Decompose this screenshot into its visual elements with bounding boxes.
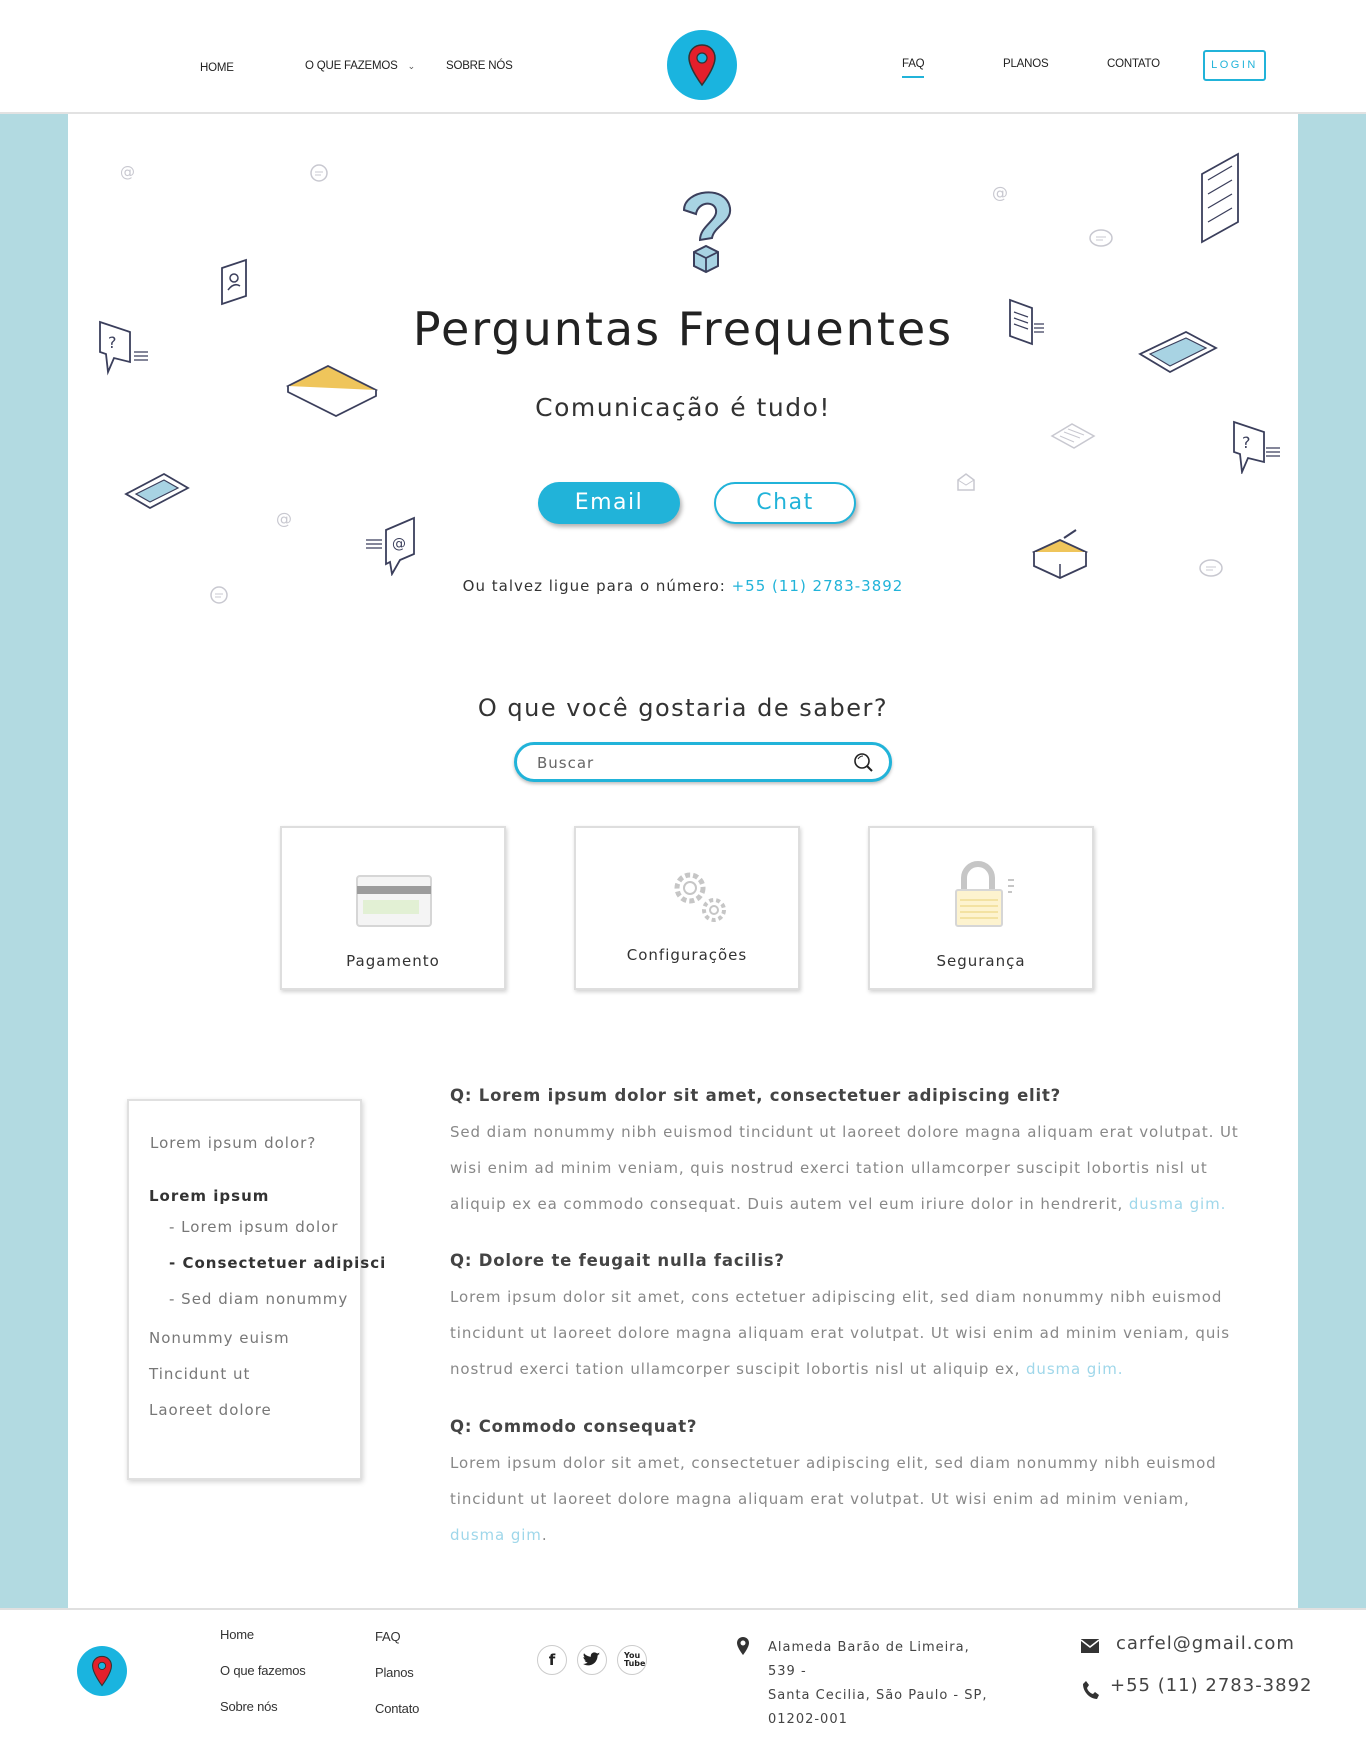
login-button[interactable]: LOGIN [1203, 50, 1266, 81]
phone-handset-icon [1083, 1681, 1099, 1699]
phone-number-link[interactable]: +55 (11) 2783-3892 [732, 577, 904, 595]
chat-button[interactable]: Chat [714, 482, 856, 524]
search-input[interactable] [537, 752, 837, 774]
faq-answer: Sed diam nonummy nibh euismod tincidunt … [450, 1114, 1240, 1222]
footer-link-home[interactable]: Home [220, 1627, 254, 1642]
search-icon[interactable] [851, 751, 875, 775]
address-line: Santa Cecilia, São Paulo - SP, [768, 1688, 988, 1703]
twitter-bird-glyph [583, 1652, 601, 1666]
category-label: Segurança [936, 952, 1026, 970]
at-sign-icon: @ [992, 183, 1008, 202]
nav-o-que-fazemos-label: O QUE FAZEMOS [305, 60, 398, 72]
menu-item[interactable]: Tincidunt ut [149, 1365, 250, 1383]
faq-question[interactable]: Q: Dolore te feugait nulla facilis? [450, 1251, 785, 1270]
svg-text:@: @ [992, 183, 1008, 202]
faq-answer-end: . [541, 1526, 548, 1544]
svg-text:@: @ [392, 536, 406, 552]
email-button[interactable]: Email [538, 482, 680, 524]
site-header: HOME O QUE FAZEMOS ⌄ SOBRE NÓS FAQ PLANOS… [0, 0, 1366, 114]
footer-email[interactable]: carfel@gmail.com [1116, 1633, 1295, 1654]
address-line: 01202-001 [768, 1712, 848, 1727]
faq-question[interactable]: Q: Commodo consequat? [450, 1417, 697, 1436]
nav-faq[interactable]: FAQ [902, 58, 925, 78]
page-subtitle: Comunicação é tudo! [535, 393, 831, 422]
youtube-glyph: You Tube [624, 1651, 646, 1668]
search-title: O que você gostaria de saber? [477, 694, 889, 722]
category-card-configuracoes[interactable]: Configurações [574, 826, 800, 990]
nav-o-que-fazemos[interactable]: O QUE FAZEMOS ⌄ [305, 60, 415, 72]
menu-item[interactable]: Lorem ipsum dolor? [150, 1134, 316, 1152]
chat-bubble-icon [1089, 229, 1113, 247]
footer-link-sobre-nos[interactable]: Sobre nós [220, 1699, 278, 1714]
keyboard-icon [1050, 423, 1096, 449]
menu-item[interactable]: Laoreet dolore [149, 1401, 272, 1419]
twitter-icon[interactable] [577, 1645, 607, 1675]
chat-bubble-icon [310, 164, 328, 182]
facebook-icon[interactable]: f [537, 1645, 567, 1675]
address-line: Alameda Barão de Limeira, 539 - [768, 1640, 970, 1679]
question-mark-icon [682, 191, 732, 274]
footer-phone[interactable]: +55 (11) 2783-3892 [1110, 1675, 1313, 1696]
map-pin-icon [91, 1655, 113, 1687]
nav-contato[interactable]: CONTATO [1107, 58, 1160, 70]
svg-text:?: ? [1242, 433, 1251, 452]
tablet-screen-icon [1201, 152, 1239, 244]
gears-icon [674, 872, 726, 922]
footer-logo[interactable] [77, 1646, 127, 1696]
footer-address: Alameda Barão de Limeira, 539 - Santa Ce… [768, 1636, 998, 1732]
svg-text:@: @ [120, 163, 135, 181]
faq-answer-link[interactable]: dusma gim. [1129, 1195, 1226, 1213]
logo[interactable] [667, 30, 737, 100]
nav-home[interactable]: HOME [200, 62, 234, 74]
category-label: Configurações [626, 946, 748, 964]
phone-prefix: Ou talvez ligue para o número: [462, 577, 732, 595]
menu-item[interactable]: Lorem ipsum [149, 1187, 269, 1205]
faq-answer-link[interactable]: dusma gim. [1026, 1360, 1123, 1378]
svg-text:@: @ [276, 509, 292, 528]
menu-item[interactable]: Nonummy euism [149, 1329, 290, 1347]
nav-planos[interactable]: PLANOS [1003, 58, 1049, 70]
search-box [514, 742, 892, 782]
footer-link-o-que-fazemos[interactable]: O que fazemos [220, 1663, 306, 1678]
phone-line: Ou talvez ligue para o número: +55 (11) … [0, 577, 1366, 595]
envelope-icon [1080, 1639, 1100, 1653]
nav-sobre-nos[interactable]: SOBRE NÓS [446, 60, 513, 72]
category-card-pagamento[interactable]: Pagamento [280, 826, 506, 990]
at-bubble-icon: @ [366, 516, 415, 576]
menu-subitem[interactable]: - Consectetuer adipisci [169, 1254, 386, 1272]
padlock-icon [955, 861, 1014, 927]
faq-answer: Lorem ipsum dolor sit amet, consectetuer… [450, 1445, 1240, 1553]
mail-icon [957, 473, 975, 491]
faq-answer-link[interactable]: dusma gim [450, 1526, 542, 1544]
footer-link-faq[interactable]: FAQ [375, 1629, 401, 1644]
faq-answer-text: Lorem ipsum dolor sit amet, consectetuer… [450, 1454, 1217, 1508]
map-pin-icon [688, 44, 716, 87]
facebook-glyph: f [548, 1651, 556, 1669]
credit-card-icon [356, 875, 432, 927]
page-title: Perguntas Frequentes [412, 302, 954, 356]
faq-answer: Lorem ipsum dolor sit amet, cons ectetue… [450, 1279, 1240, 1387]
footer-link-contato[interactable]: Contato [375, 1701, 419, 1716]
menu-subitem[interactable]: - Lorem ipsum dolor [169, 1218, 339, 1236]
faq-answer-text: Sed diam nonummy nibh euismod tincidunt … [450, 1123, 1239, 1213]
at-sign-icon: @ [276, 509, 292, 528]
menu-subitem[interactable]: - Sed diam nonummy [169, 1290, 348, 1308]
youtube-icon[interactable]: You Tube [617, 1645, 647, 1675]
category-card-seguranca[interactable]: Segurança [868, 826, 1094, 990]
location-pin-icon [737, 1637, 749, 1655]
faq-question[interactable]: Q: Lorem ipsum dolor sit amet, consectet… [450, 1086, 1061, 1105]
chevron-down-icon: ⌄ [407, 61, 416, 71]
at-sign-icon: @ [120, 163, 135, 181]
phone-icon [124, 472, 190, 510]
notepad-box-icon [1031, 529, 1089, 579]
category-label: Pagamento [346, 952, 440, 970]
footer-link-planos[interactable]: Planos [375, 1665, 414, 1680]
faq-side-menu: Lorem ipsum dolor? Lorem ipsum - Lorem i… [127, 1099, 385, 1480]
question-bubble-icon: ? [1233, 420, 1280, 474]
